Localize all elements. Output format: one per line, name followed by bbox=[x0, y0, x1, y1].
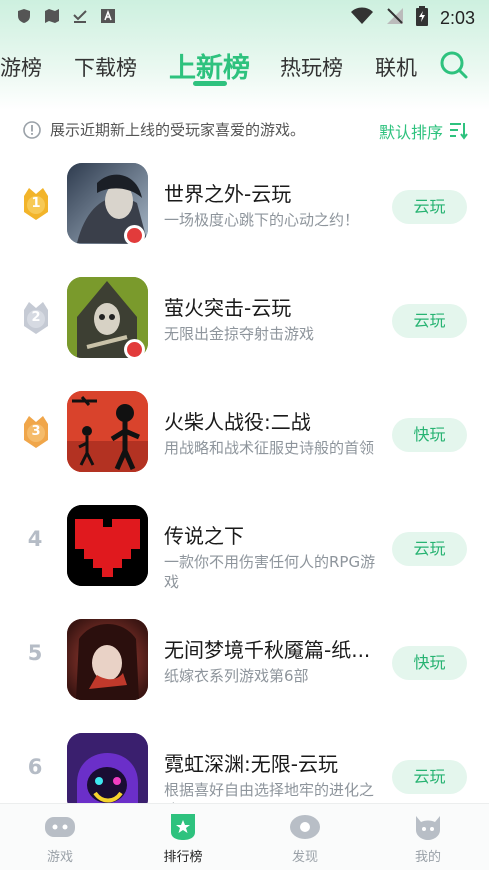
wifi-icon bbox=[350, 7, 374, 29]
shield-icon bbox=[16, 8, 32, 24]
rank-badge-number: 3 bbox=[31, 424, 41, 439]
eye-icon bbox=[290, 815, 320, 839]
rank-badge-number: 1 bbox=[31, 196, 41, 211]
nav-discover-label: 发现 bbox=[291, 850, 318, 865]
nav-profile[interactable]: 我的 bbox=[383, 814, 473, 865]
quick-play-button[interactable]: 快玩 bbox=[392, 418, 467, 452]
status-bar: 2:03 bbox=[0, 0, 489, 34]
game-icon bbox=[67, 505, 148, 586]
quick-play-button[interactable]: 快玩 bbox=[392, 646, 467, 680]
ranking-tabs: 游榜 下载榜 上新榜 热玩榜 联机 bbox=[0, 44, 489, 94]
rank-number: 5 bbox=[27, 641, 43, 665]
profile-icon bbox=[416, 816, 440, 840]
nav-games-label: 游戏 bbox=[46, 850, 73, 865]
publisher-badge bbox=[124, 225, 145, 246]
game-title: 传说之下 bbox=[164, 524, 244, 548]
tab-multiplayer[interactable]: 联机 bbox=[375, 52, 417, 82]
status-time: 2:03 bbox=[439, 7, 475, 28]
info-icon bbox=[23, 121, 41, 139]
nav-ranking[interactable]: 排行榜 bbox=[138, 814, 228, 865]
game-title: 无间梦境千秋魇篇-纸... bbox=[164, 638, 371, 662]
game-icon bbox=[67, 391, 148, 472]
tab-download-rank[interactable]: 下载榜 bbox=[74, 52, 137, 82]
nav-profile-label: 我的 bbox=[414, 850, 441, 865]
rank-number: 6 bbox=[27, 755, 43, 779]
cloud-play-button[interactable]: 云玩 bbox=[392, 532, 467, 566]
sort-label: 默认排序 bbox=[378, 123, 443, 142]
cloud-play-button[interactable]: 云玩 bbox=[392, 304, 467, 338]
list-item[interactable]: 3 火柴人战役:二战 用战略和战术征服史诗般的首领 快玩 bbox=[0, 378, 489, 492]
tab-new-rank[interactable]: 上新榜 bbox=[169, 46, 250, 85]
map-icon bbox=[44, 8, 60, 24]
nav-ranking-label: 排行榜 bbox=[163, 850, 203, 865]
tab-youbang[interactable]: 游榜 bbox=[0, 52, 42, 82]
cloud-play-button[interactable]: 云玩 bbox=[392, 190, 467, 224]
game-title: 萤火突击-云玩 bbox=[164, 296, 292, 320]
publisher-badge bbox=[124, 339, 145, 360]
active-tab-indicator bbox=[193, 81, 227, 86]
sort-button[interactable]: 默认排序 bbox=[379, 119, 469, 143]
ranking-icon bbox=[171, 814, 195, 840]
bottom-nav: 游戏 排行榜 发现 我的 bbox=[0, 803, 489, 870]
notice-text: 展示近期新上线的受玩家喜爱的游戏。 bbox=[50, 121, 306, 139]
list-item[interactable]: 1 世界之外-云玩 一场极度心跳下的心动之约！ 云玩 bbox=[0, 150, 489, 264]
gamepad-icon bbox=[45, 817, 75, 837]
game-title: 霓虹深渊:无限-云玩 bbox=[164, 752, 338, 776]
game-title: 世界之外-云玩 bbox=[164, 182, 292, 206]
game-icon bbox=[67, 733, 148, 814]
no-signal-icon bbox=[386, 7, 404, 29]
sort-icon bbox=[450, 123, 468, 140]
game-icon bbox=[67, 619, 148, 700]
list-item[interactable]: 5 无间梦境千秋魇篇-纸... 纸嫁衣系列游戏第6部 快玩 bbox=[0, 606, 489, 720]
list-item[interactable]: 2 萤火突击-云玩 无限出金掠夺射击游戏 云玩 bbox=[0, 264, 489, 378]
nav-discover[interactable]: 发现 bbox=[260, 814, 350, 865]
search-button[interactable] bbox=[439, 50, 469, 80]
game-desc: 无限出金掠夺射击游戏 bbox=[164, 325, 315, 343]
game-title: 火柴人战役:二战 bbox=[164, 410, 311, 434]
battery-icon bbox=[415, 6, 428, 30]
game-desc: 用战略和战术征服史诗般的首领 bbox=[164, 439, 375, 457]
game-desc: 一场极度心跳下的心动之约！ bbox=[164, 211, 360, 229]
download-done-icon bbox=[72, 8, 88, 24]
nav-games[interactable]: 游戏 bbox=[15, 814, 105, 865]
game-desc: 一款你不用伤害任何人的RPG游戏 bbox=[164, 553, 376, 591]
rank-number: 4 bbox=[27, 527, 43, 551]
rank-badge-number: 2 bbox=[31, 310, 41, 325]
cloud-play-button[interactable]: 云玩 bbox=[392, 760, 467, 794]
search-icon bbox=[440, 51, 468, 79]
font-app-icon bbox=[100, 8, 116, 24]
game-desc: 纸嫁衣系列游戏第6部 bbox=[164, 667, 309, 685]
list-item[interactable]: 4 传说之下 一款你不用伤害任何人的RPG游戏 云玩 bbox=[0, 492, 489, 606]
tab-hot-rank[interactable]: 热玩榜 bbox=[280, 52, 343, 82]
